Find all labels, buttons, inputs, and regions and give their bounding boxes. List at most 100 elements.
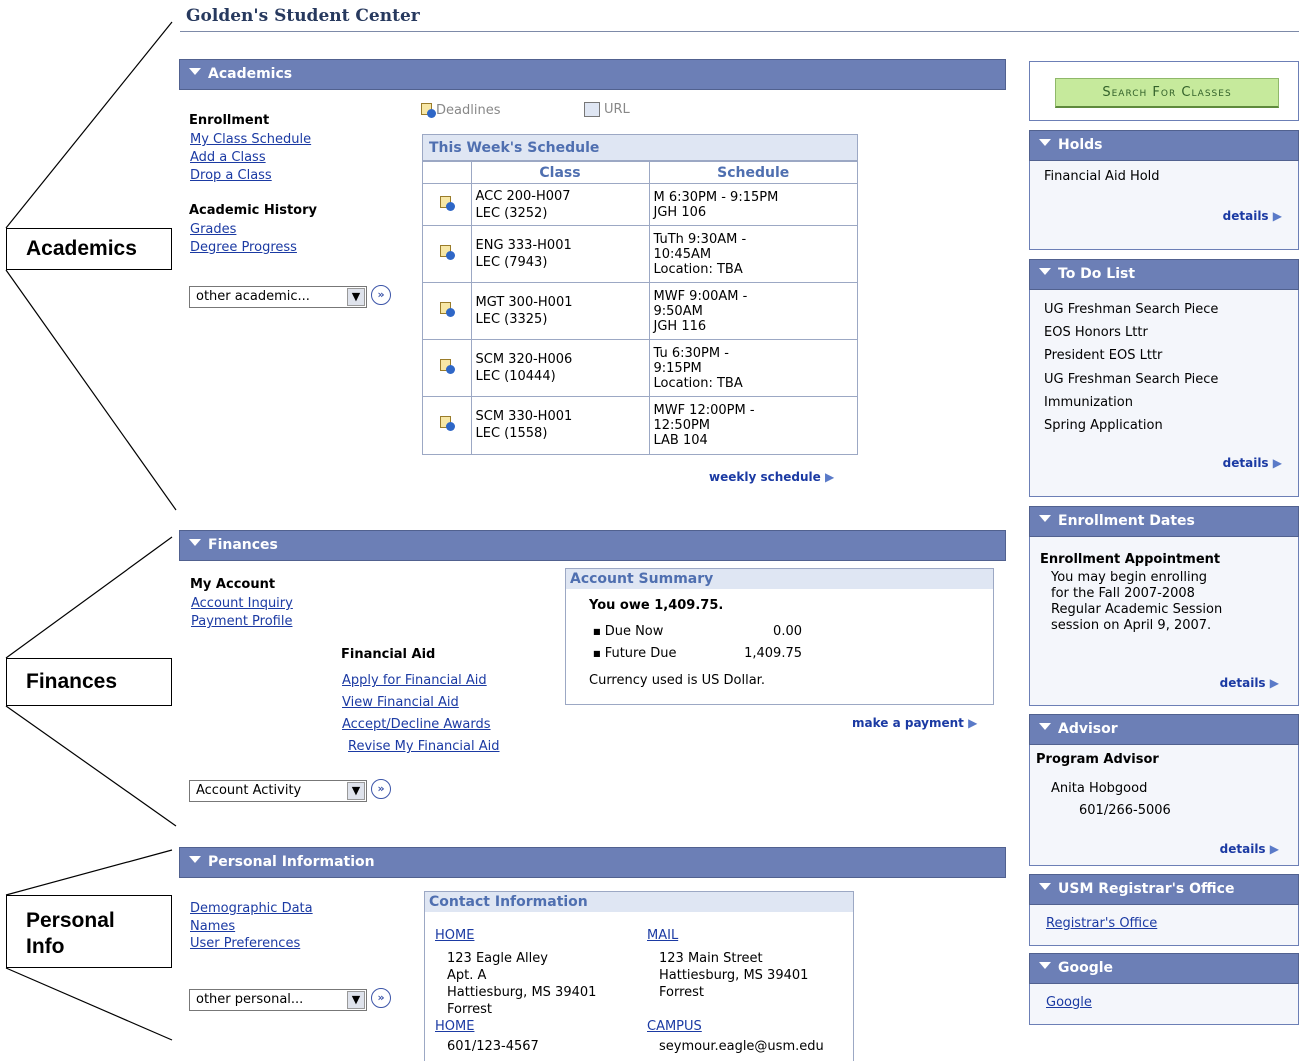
due-now-row: ■ Due Now 0.00: [593, 624, 813, 639]
other-personal-select-value: other personal...: [196, 992, 304, 1007]
icon-column-header: [423, 161, 472, 184]
finances-header[interactable]: Finances: [179, 530, 1006, 561]
table-row: ENG 333-H001 LEC (7943) TuTh 9:30AM -10:4…: [423, 225, 857, 283]
search-for-classes-button[interactable]: Search For Classes: [1055, 78, 1279, 108]
make-payment-link[interactable]: make a payment ▶: [852, 716, 977, 730]
account-activity-select[interactable]: Account Activity ▼: [189, 780, 367, 802]
drop-class-link[interactable]: Drop a Class: [190, 167, 311, 185]
list-item: Immunization: [1044, 394, 1133, 410]
google-header[interactable]: Google: [1029, 953, 1299, 984]
schedule-room: Location: TBA: [653, 375, 743, 391]
other-personal-select[interactable]: other personal... ▼: [189, 989, 367, 1011]
holds-header[interactable]: Holds: [1029, 130, 1299, 161]
class-code: ENG 333-H001: [475, 238, 572, 253]
add-class-link[interactable]: Add a Class: [190, 149, 311, 167]
class-detail-icon[interactable]: [439, 195, 455, 211]
enrollment-dates-details-link[interactable]: details ▶: [1220, 676, 1279, 690]
bullet-icon: ■: [593, 649, 601, 658]
collapse-triangle-icon: [1039, 962, 1051, 969]
callout-personal-line2: Info: [26, 935, 65, 958]
class-detail-icon[interactable]: [439, 415, 455, 432]
arrow-right-icon: ▶: [824, 470, 835, 484]
demographic-data-link[interactable]: Demographic Data: [190, 900, 313, 918]
apply-financial-aid-link[interactable]: Apply for Financial Aid: [342, 670, 500, 692]
revise-financial-aid-link[interactable]: Revise My Financial Aid: [342, 736, 500, 758]
go-button-finances[interactable]: »: [371, 779, 391, 799]
home-address-link[interactable]: HOME: [435, 927, 474, 945]
schedule-column-header: Schedule: [648, 161, 857, 184]
holds-details-label: details: [1222, 209, 1269, 223]
personal-links: Demographic Data Names User Preferences: [190, 900, 313, 953]
campus-email: seymour.eagle@usm.edu: [659, 1039, 824, 1054]
weekly-schedule-link[interactable]: weekly schedule ▶: [709, 470, 834, 484]
mail-address-link[interactable]: MAIL: [647, 927, 678, 945]
names-link[interactable]: Names: [190, 918, 313, 936]
registrars-office-link[interactable]: Registrar's Office: [1046, 915, 1157, 933]
google-link[interactable]: Google: [1046, 994, 1092, 1012]
payment-profile-link[interactable]: Payment Profile: [191, 613, 293, 631]
grades-link[interactable]: Grades: [190, 221, 297, 239]
callout-personal-line1: Personal: [26, 909, 115, 932]
academics-header[interactable]: Academics: [179, 59, 1006, 90]
go-button-personal[interactable]: »: [371, 988, 391, 1008]
list-item: UG Freshman Search Piece: [1044, 371, 1219, 387]
advisor-details-link[interactable]: details ▶: [1220, 842, 1279, 856]
list-item: UG Freshman Search Piece: [1044, 302, 1219, 317]
other-academic-select[interactable]: other academic... ▼: [189, 286, 367, 308]
account-inquiry-link[interactable]: Account Inquiry: [191, 595, 293, 613]
class-detail-icon[interactable]: [439, 301, 455, 317]
future-due-row: ■ Future Due 1,409.75: [593, 646, 813, 661]
url-link[interactable]: URL: [584, 102, 630, 117]
accept-decline-awards-link[interactable]: Accept/Decline Awards: [342, 714, 500, 736]
make-payment-label: make a payment: [852, 716, 964, 730]
callout-academics: Academics: [6, 228, 172, 270]
todo-header[interactable]: To Do List: [1029, 259, 1299, 290]
advisor-header[interactable]: Advisor: [1029, 714, 1299, 745]
financial-aid-label: Financial Aid: [341, 647, 436, 662]
chevron-down-icon: ▼: [347, 288, 365, 306]
campus-email-link[interactable]: CAMPUS: [647, 1018, 702, 1036]
schedule-time: Tu 6:30PM -: [653, 345, 729, 361]
class-detail-icon[interactable]: [439, 244, 455, 260]
my-class-schedule-link[interactable]: My Class Schedule: [190, 131, 311, 149]
bullet-icon: ■: [593, 627, 601, 636]
account-summary-title: Account Summary: [566, 569, 993, 589]
home-address-line: Apt. A: [447, 968, 487, 983]
view-financial-aid-link[interactable]: View Financial Aid: [342, 692, 500, 714]
deadlines-link[interactable]: Deadlines: [420, 102, 500, 118]
list-item: Spring Application: [1044, 418, 1163, 434]
advisor-details-label: details: [1219, 842, 1266, 856]
todo-details-link[interactable]: details ▶: [1223, 456, 1282, 470]
go-button-academics[interactable]: »: [371, 285, 391, 305]
enrollment-dates-details-label: details: [1219, 676, 1266, 690]
hold-item: Financial Aid Hold: [1044, 169, 1160, 184]
finances-header-label: Finances: [208, 537, 278, 553]
home-phone: 601/123-4567: [447, 1039, 539, 1054]
advisor-phone: 601/266-5006: [1079, 803, 1171, 818]
holds-details-link[interactable]: details ▶: [1223, 209, 1282, 223]
weekly-schedule-label: weekly schedule: [709, 470, 821, 484]
personal-info-header[interactable]: Personal Information: [179, 847, 1006, 878]
todo-details-label: details: [1222, 456, 1269, 470]
due-now-label: Due Now: [604, 624, 664, 639]
arrow-right-icon: ▶: [968, 716, 978, 730]
home-phone-link[interactable]: HOME: [435, 1018, 474, 1036]
contact-information-title: Contact Information: [425, 892, 853, 912]
table-row: ACC 200-H007 LEC (3252) M 6:30PM - 9:15PM…: [423, 183, 857, 226]
schedule-room: Location: TBA: [653, 261, 743, 277]
mail-address: 123 Main Street Hattiesburg, MS 39401 Fo…: [659, 950, 808, 1001]
class-section: LEC (1558): [475, 426, 548, 442]
arrow-right-icon: ▶: [1269, 842, 1279, 856]
arrow-right-icon: ▶: [1272, 456, 1282, 470]
class-detail-icon[interactable]: [439, 358, 455, 374]
enrollment-appointment-text: You may begin enrolling for the Fall 200…: [1051, 570, 1222, 634]
enrollment-dates-header[interactable]: Enrollment Dates: [1029, 506, 1299, 537]
schedule-time-end: 9:15PM: [653, 360, 702, 376]
registrar-header[interactable]: USM Registrar's Office: [1029, 874, 1299, 905]
degree-progress-link[interactable]: Degree Progress: [190, 239, 297, 257]
user-preferences-link[interactable]: User Preferences: [190, 935, 313, 953]
schedule-time-end: 9:50AM: [653, 303, 703, 319]
class-code: SCM 320-H006: [475, 352, 573, 367]
home-address-line: 123 Eagle Alley: [447, 951, 548, 966]
enrollment-label: Enrollment: [189, 113, 270, 128]
